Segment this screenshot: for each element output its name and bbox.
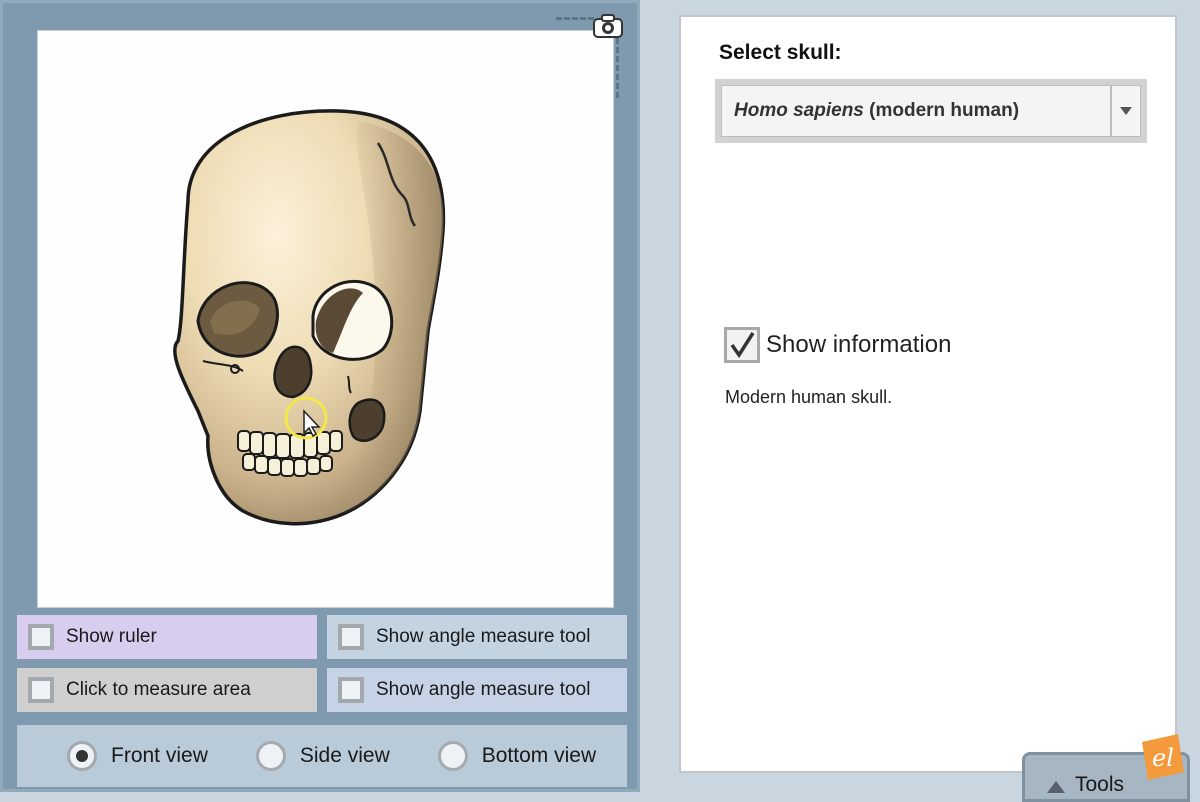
bottom-view-label: Bottom view: [481, 744, 597, 767]
skull-illustration: [173, 109, 446, 526]
angle-tool-1-box[interactable]: [338, 624, 364, 650]
front-view-label: Front view: [111, 744, 208, 767]
measure-area-label: Click to measure area: [66, 679, 251, 700]
show-information-box[interactable]: [724, 327, 760, 363]
skull-dropdown-field[interactable]: Homo sapiens (modern human): [721, 85, 1141, 137]
side-view-label: Side view: [299, 744, 390, 767]
angle-tool-2-box[interactable]: [338, 677, 364, 703]
skull-dropdown[interactable]: Homo sapiens (modern human): [715, 79, 1147, 143]
measure-area-box[interactable]: [28, 677, 54, 703]
resize-guide-right: [616, 38, 619, 98]
show-ruler-label: Show ruler: [66, 626, 157, 647]
species-common-name: (modern human): [863, 100, 1020, 121]
angle-tool-2-label: Show angle measure tool: [376, 679, 591, 700]
angle-tool-1-checkbox[interactable]: Show angle measure tool: [327, 615, 627, 659]
species-name: Homo sapiens: [734, 100, 864, 121]
explorelearning-logo: el: [1134, 732, 1186, 782]
angle-tool-2-checkbox[interactable]: Show angle measure tool: [327, 668, 627, 712]
angle-tool-1-label: Show angle measure tool: [376, 626, 591, 647]
simulation-panel: Show ruler Click to measure area Show an…: [0, 0, 640, 792]
resize-guide-top: [556, 17, 594, 20]
checkmark-icon: [730, 332, 755, 359]
select-skull-label: Select skull:: [719, 41, 842, 64]
front-view-radio-circle[interactable]: [67, 741, 97, 771]
side-view-radio[interactable]: Side view: [255, 741, 390, 771]
measure-area-checkbox[interactable]: Click to measure area: [17, 668, 317, 712]
show-information-checkbox[interactable]: Show information: [724, 327, 951, 363]
show-ruler-box[interactable]: [28, 624, 54, 650]
front-view-radio[interactable]: Front view: [67, 741, 208, 771]
show-information-label: Show information: [766, 331, 952, 358]
chevron-down-icon[interactable]: [1110, 86, 1140, 136]
skull-dropdown-value: Homo sapiens (modern human): [722, 100, 1019, 122]
skull-canvas[interactable]: [37, 30, 614, 608]
information-text: Modern human skull.: [725, 387, 893, 407]
side-view-radio-circle[interactable]: [255, 741, 286, 771]
camera-icon[interactable]: [592, 12, 624, 38]
info-panel: Select skull: Homo sapiens (modern human…: [679, 15, 1177, 773]
show-ruler-checkbox[interactable]: Show ruler: [17, 615, 317, 659]
triangle-up-icon: [1047, 781, 1065, 793]
tools-label: Tools: [1075, 773, 1125, 796]
bottom-view-radio-circle[interactable]: [437, 741, 468, 771]
view-selector: Front view Side view Bottom view: [17, 725, 627, 787]
bottom-view-radio[interactable]: Bottom view: [437, 741, 597, 771]
svg-text:el: el: [1152, 744, 1174, 772]
